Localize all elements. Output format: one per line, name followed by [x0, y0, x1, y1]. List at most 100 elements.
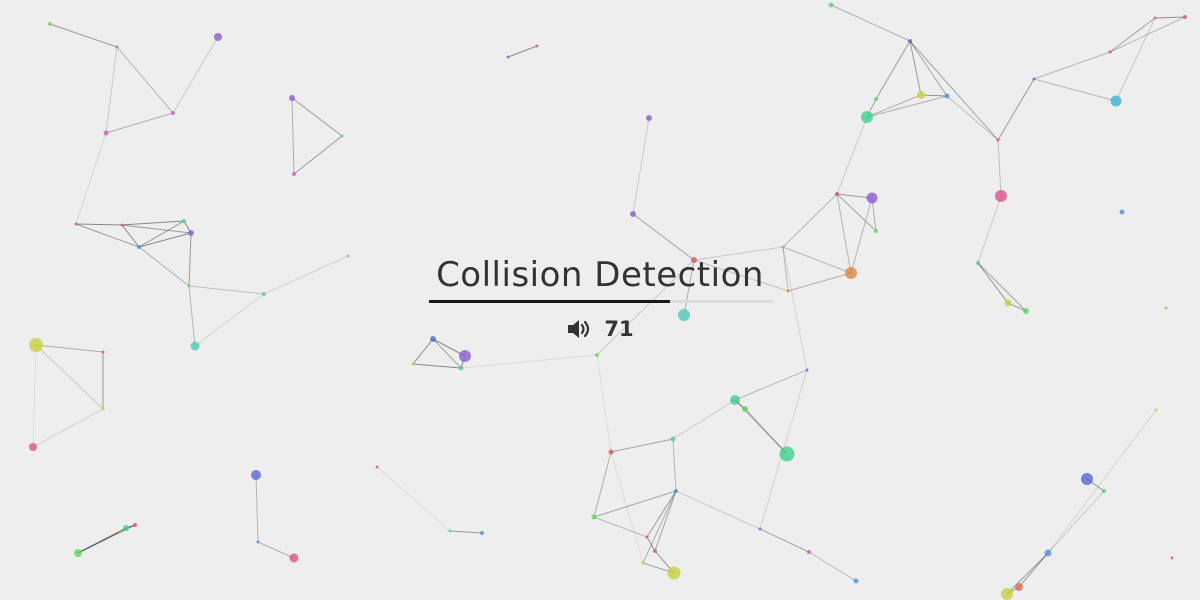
network-node: [807, 550, 811, 554]
network-edge: [866, 95, 948, 118]
network-edge: [188, 285, 265, 295]
network-edge: [593, 490, 677, 518]
network-node: [182, 219, 186, 223]
page-title: Collision Detection: [436, 255, 764, 295]
network-node: [535, 44, 539, 48]
title-panel: Collision Detection 71: [427, 252, 773, 341]
network-node: [480, 531, 484, 535]
network-edge: [593, 451, 612, 518]
network-node: [262, 292, 266, 296]
network-node: [1023, 308, 1029, 314]
network-node: [1044, 549, 1052, 557]
network-node: [137, 245, 141, 249]
network-node: [375, 465, 379, 469]
network-node: [641, 561, 645, 565]
network-node: [346, 254, 350, 258]
network-node: [74, 222, 78, 226]
network-edge: [105, 112, 174, 134]
network-node: [123, 525, 129, 531]
network-node: [645, 535, 649, 539]
network-edge: [1154, 16, 1186, 19]
network-edge: [759, 528, 810, 553]
network-edge: [121, 224, 192, 234]
network-edge: [257, 541, 295, 559]
network-edge: [291, 97, 295, 175]
network-edge: [909, 40, 999, 141]
network-edge: [977, 262, 1027, 312]
network-edge: [1047, 490, 1105, 554]
network-edge: [432, 338, 462, 369]
network-node: [448, 529, 452, 533]
network-node: [411, 362, 415, 366]
network-node: [133, 523, 137, 527]
network-edge: [121, 220, 185, 226]
network-node: [630, 211, 636, 217]
network-edge: [836, 116, 868, 195]
network-edge: [997, 139, 1002, 197]
network-node: [591, 514, 597, 520]
network-node: [118, 530, 122, 534]
network-edge: [255, 474, 259, 543]
network-node: [190, 341, 200, 351]
network-edge: [782, 246, 808, 371]
network-edge: [460, 354, 598, 369]
network-edge: [672, 438, 677, 492]
network-node: [653, 549, 657, 553]
network-edge: [744, 408, 788, 455]
network-edge: [654, 490, 677, 552]
network-node: [101, 407, 105, 411]
network-node: [1183, 15, 1187, 19]
network-edge: [787, 272, 852, 292]
network-edge: [49, 23, 118, 48]
network-edge: [646, 490, 677, 538]
network-node: [781, 245, 785, 249]
network-node: [1081, 473, 1093, 485]
network-node: [459, 350, 471, 362]
network-node: [188, 230, 194, 236]
network-node: [48, 22, 52, 26]
network-edge: [188, 285, 196, 347]
network-edge: [412, 363, 462, 369]
network-node: [866, 192, 878, 204]
network-edge: [32, 408, 104, 448]
network-node: [120, 223, 124, 227]
network-node: [171, 111, 175, 115]
progress-bar[interactable]: [429, 300, 773, 303]
network-node: [256, 540, 260, 544]
network-edge: [782, 246, 852, 274]
network-node: [1102, 489, 1106, 493]
speaker-volume-icon[interactable]: [566, 317, 594, 341]
network-node: [917, 91, 925, 99]
network-edge: [116, 46, 174, 114]
network-node: [103, 130, 109, 136]
network-node: [1004, 299, 1012, 307]
network-edge: [35, 344, 104, 353]
network-node: [995, 190, 1007, 202]
network-node: [292, 172, 296, 176]
network-edge: [946, 95, 999, 141]
network-node: [828, 2, 834, 8]
volume-control[interactable]: 71: [427, 317, 773, 341]
network-edge: [291, 97, 343, 137]
network-node: [944, 93, 950, 99]
network-node: [101, 350, 105, 354]
network-edge: [1115, 17, 1156, 102]
network-node: [853, 578, 859, 584]
network-node: [845, 267, 857, 279]
network-node: [458, 365, 464, 371]
network-node: [1015, 583, 1023, 591]
network-edge: [75, 132, 107, 225]
network-node: [1001, 588, 1013, 600]
network-node: [1153, 16, 1157, 20]
network-node: [115, 45, 119, 49]
network-node: [674, 489, 678, 493]
network-edge: [642, 490, 677, 564]
network-node: [908, 39, 912, 43]
network-edge: [808, 551, 857, 582]
network-node: [595, 353, 599, 357]
network-node: [742, 406, 748, 412]
network-node: [805, 368, 809, 372]
network-node: [29, 443, 37, 451]
network-edge: [1047, 409, 1157, 554]
network-edge: [138, 246, 190, 287]
